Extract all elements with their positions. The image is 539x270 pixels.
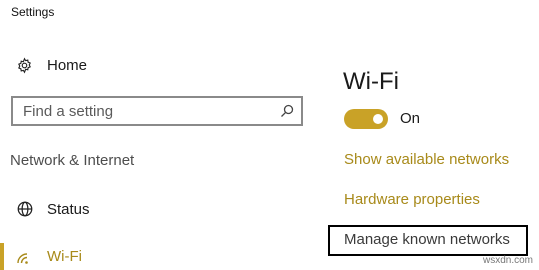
settings-window: Settings Home Network & Internet: [0, 0, 539, 270]
wifi-icon: [15, 247, 35, 265]
sidebar-item-label: Status: [47, 200, 90, 218]
search-box[interactable]: [11, 96, 303, 126]
sidebar-home-item[interactable]: Home: [15, 54, 87, 76]
sidebar-item-label: Wi-Fi: [47, 247, 82, 265]
watermark: wsxdn.com: [482, 255, 533, 266]
window-title: Settings: [11, 5, 55, 19]
sidebar-home-label: Home: [47, 56, 88, 74]
sidebar-item-status[interactable]: Status: [15, 198, 90, 220]
gear-icon: [15, 56, 33, 74]
highlight-box: [328, 225, 528, 256]
toggle-state-label: On: [400, 110, 421, 127]
section-heading: Network & Internet: [10, 152, 135, 169]
sidebar-item-wifi[interactable]: Wi-Fi: [15, 245, 82, 267]
toggle-knob: [373, 114, 383, 124]
globe-icon: [15, 200, 35, 218]
wifi-toggle[interactable]: [344, 109, 388, 129]
page-title: Wi-Fi: [343, 68, 399, 96]
hardware-properties-link[interactable]: Hardware properties: [344, 191, 480, 208]
search-icon[interactable]: [280, 104, 294, 118]
search-input[interactable]: [23, 100, 273, 122]
selected-indicator: [0, 243, 4, 270]
show-available-networks-link[interactable]: Show available networks: [344, 151, 509, 168]
